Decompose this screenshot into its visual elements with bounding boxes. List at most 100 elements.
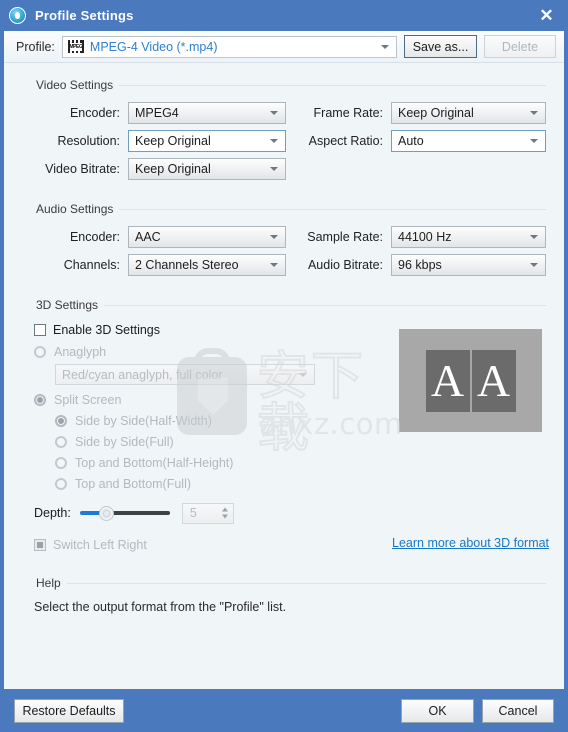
video-bitrate-select[interactable]: Keep Original <box>128 158 286 180</box>
channels-value: 2 Channels Stereo <box>135 258 239 272</box>
radio-icon <box>34 393 46 406</box>
preview-pane-right: A <box>471 349 516 412</box>
restore-defaults-button[interactable]: Restore Defaults <box>14 698 124 723</box>
anaglyph-radio-row: Anaglyph <box>34 341 382 362</box>
three-d-options: Enable 3D Settings Anaglyph Red/cyan ana… <box>22 319 382 556</box>
mpeg-film-icon: MPEG <box>67 40 84 53</box>
sample-rate-label: Sample Rate: <box>307 230 383 244</box>
split-option-row: Top and Bottom(Full) <box>34 473 382 494</box>
radio-icon <box>55 414 67 427</box>
sample-rate-select[interactable]: 44100 Hz <box>391 226 546 248</box>
profile-label: Profile: <box>16 39 55 54</box>
frame-rate-value: Keep Original <box>398 106 474 120</box>
split-option-label: Top and Bottom(Full) <box>75 476 192 491</box>
profile-select[interactable]: MPEG MPEG-4 Video (*.mp4) <box>61 35 397 58</box>
chevron-down-icon <box>530 111 538 115</box>
field-row: Encoder: AAC Sample Rate: 44100 Hz <box>22 223 546 251</box>
split-screen-label: Split Screen <box>54 392 122 407</box>
close-icon[interactable]: ✕ <box>525 0 568 31</box>
app-icon <box>9 7 26 24</box>
audio-encoder-label: Encoder: <box>69 230 120 244</box>
anaglyph-type-value: Red/cyan anaglyph, full color <box>62 367 223 382</box>
audio-bitrate-select[interactable]: 96 kbps <box>391 254 546 276</box>
audio-encoder-select[interactable]: AAC <box>128 226 286 248</box>
chevron-down-icon <box>221 514 228 519</box>
profile-selected-value: MPEG-4 Video (*.mp4) <box>89 39 218 54</box>
help-group: Help Select the output format from the "… <box>22 575 546 614</box>
field-row: Resolution: Keep Original Aspect Ratio: … <box>22 127 546 155</box>
cancel-button[interactable]: Cancel <box>482 698 554 723</box>
chevron-down-icon <box>270 235 278 239</box>
depth-row: Depth: 5 <box>34 500 382 526</box>
anaglyph-type-select: Red/cyan anaglyph, full color <box>55 364 315 385</box>
chevron-down-icon <box>270 167 278 171</box>
save-as-button[interactable]: Save as... <box>404 35 477 58</box>
resolution-value: Keep Original <box>135 134 211 148</box>
field-row: Channels: 2 Channels Stereo Audio Bitrat… <box>22 251 546 279</box>
preview-pane-left: A <box>425 349 470 412</box>
switch-left-right-row: Switch Left Right <box>34 534 382 556</box>
depth-stepper: 5 <box>181 502 234 524</box>
window-title: Profile Settings <box>35 8 134 23</box>
video-encoder-select[interactable]: MPEG4 <box>128 102 286 124</box>
delete-button: Delete <box>484 35 556 58</box>
help-title: Help <box>22 575 67 591</box>
three-d-preview-image: A A <box>399 329 542 432</box>
channels-label: Channels: <box>63 258 120 272</box>
video-settings-title: Video Settings <box>22 77 120 93</box>
aspect-ratio-value: Auto <box>398 134 424 148</box>
audio-settings-group: Audio Settings Encoder: AAC Sample Rate:… <box>22 201 546 279</box>
chevron-down-icon <box>299 372 307 377</box>
dialog-footer: Restore Defaults OK Cancel <box>0 689 568 732</box>
video-settings-group: Video Settings Encoder: MPEG4 Frame Rate… <box>22 77 546 183</box>
field-row: Video Bitrate: Keep Original <box>22 155 546 183</box>
app-icon-glyph <box>15 12 20 19</box>
three-d-settings-title: 3D Settings <box>22 297 105 313</box>
slider-track-empty <box>105 511 170 515</box>
radio-icon <box>55 477 67 490</box>
three-d-settings-body: Enable 3D Settings Anaglyph Red/cyan ana… <box>22 313 549 556</box>
dialog-body: Profile: MPEG MPEG-4 Video (*.mp4) Save … <box>4 31 564 689</box>
field-row: Encoder: MPEG4 Frame Rate: Keep Original <box>22 99 546 127</box>
split-option-row: Side by Side(Full) <box>34 431 382 452</box>
sample-rate-value: 44100 Hz <box>398 230 452 244</box>
depth-slider[interactable] <box>79 505 170 521</box>
radio-icon <box>55 435 67 448</box>
audio-encoder-value: AAC <box>135 230 161 244</box>
split-option-label: Side by Side(Half-Width) <box>75 413 212 428</box>
group-divider <box>22 583 546 584</box>
profile-settings-dialog: Profile Settings ✕ Profile: MPEG MPEG-4 … <box>0 0 568 732</box>
enable-3d-checkbox-row[interactable]: Enable 3D Settings <box>34 319 382 341</box>
audio-bitrate-label: Audio Bitrate: <box>307 258 383 272</box>
chevron-down-icon <box>270 263 278 267</box>
video-encoder-label: Encoder: <box>69 106 120 120</box>
chevron-down-icon <box>270 111 278 115</box>
radio-icon <box>34 345 46 358</box>
resolution-select[interactable]: Keep Original <box>128 130 286 152</box>
profile-bar: Profile: MPEG MPEG-4 Video (*.mp4) Save … <box>4 31 564 63</box>
chevron-down-icon <box>270 139 278 143</box>
audio-bitrate-value: 96 kbps <box>398 258 442 272</box>
channels-select[interactable]: 2 Channels Stereo <box>128 254 286 276</box>
split-option-label: Top and Bottom(Half-Height) <box>75 455 234 470</box>
stepper-arrows-icon <box>221 507 228 519</box>
learn-more-3d-link[interactable]: Learn more about 3D format <box>392 536 549 550</box>
depth-label: Depth: <box>34 506 71 520</box>
audio-settings-title: Audio Settings <box>22 201 120 217</box>
chevron-down-icon <box>381 44 389 49</box>
split-option-label: Side by Side(Full) <box>75 434 174 449</box>
ok-button[interactable]: OK <box>401 698 474 723</box>
switch-left-right-label: Switch Left Right <box>53 538 147 552</box>
frame-rate-label: Frame Rate: <box>313 106 383 120</box>
video-encoder-value: MPEG4 <box>135 106 179 120</box>
frame-rate-select[interactable]: Keep Original <box>391 102 546 124</box>
aspect-ratio-select[interactable]: Auto <box>391 130 546 152</box>
slider-handle[interactable] <box>98 505 114 521</box>
split-option-row: Side by Side(Half-Width) <box>34 410 382 431</box>
audio-settings-fields: Encoder: AAC Sample Rate: 44100 Hz Chann… <box>22 217 546 279</box>
checkbox-icon[interactable] <box>34 324 46 336</box>
enable-3d-label: Enable 3D Settings <box>53 323 161 337</box>
three-d-settings-group: 3D Settings Enable 3D Settings Anaglyph … <box>22 297 549 556</box>
chevron-down-icon <box>530 139 538 143</box>
chevron-down-icon <box>530 263 538 267</box>
